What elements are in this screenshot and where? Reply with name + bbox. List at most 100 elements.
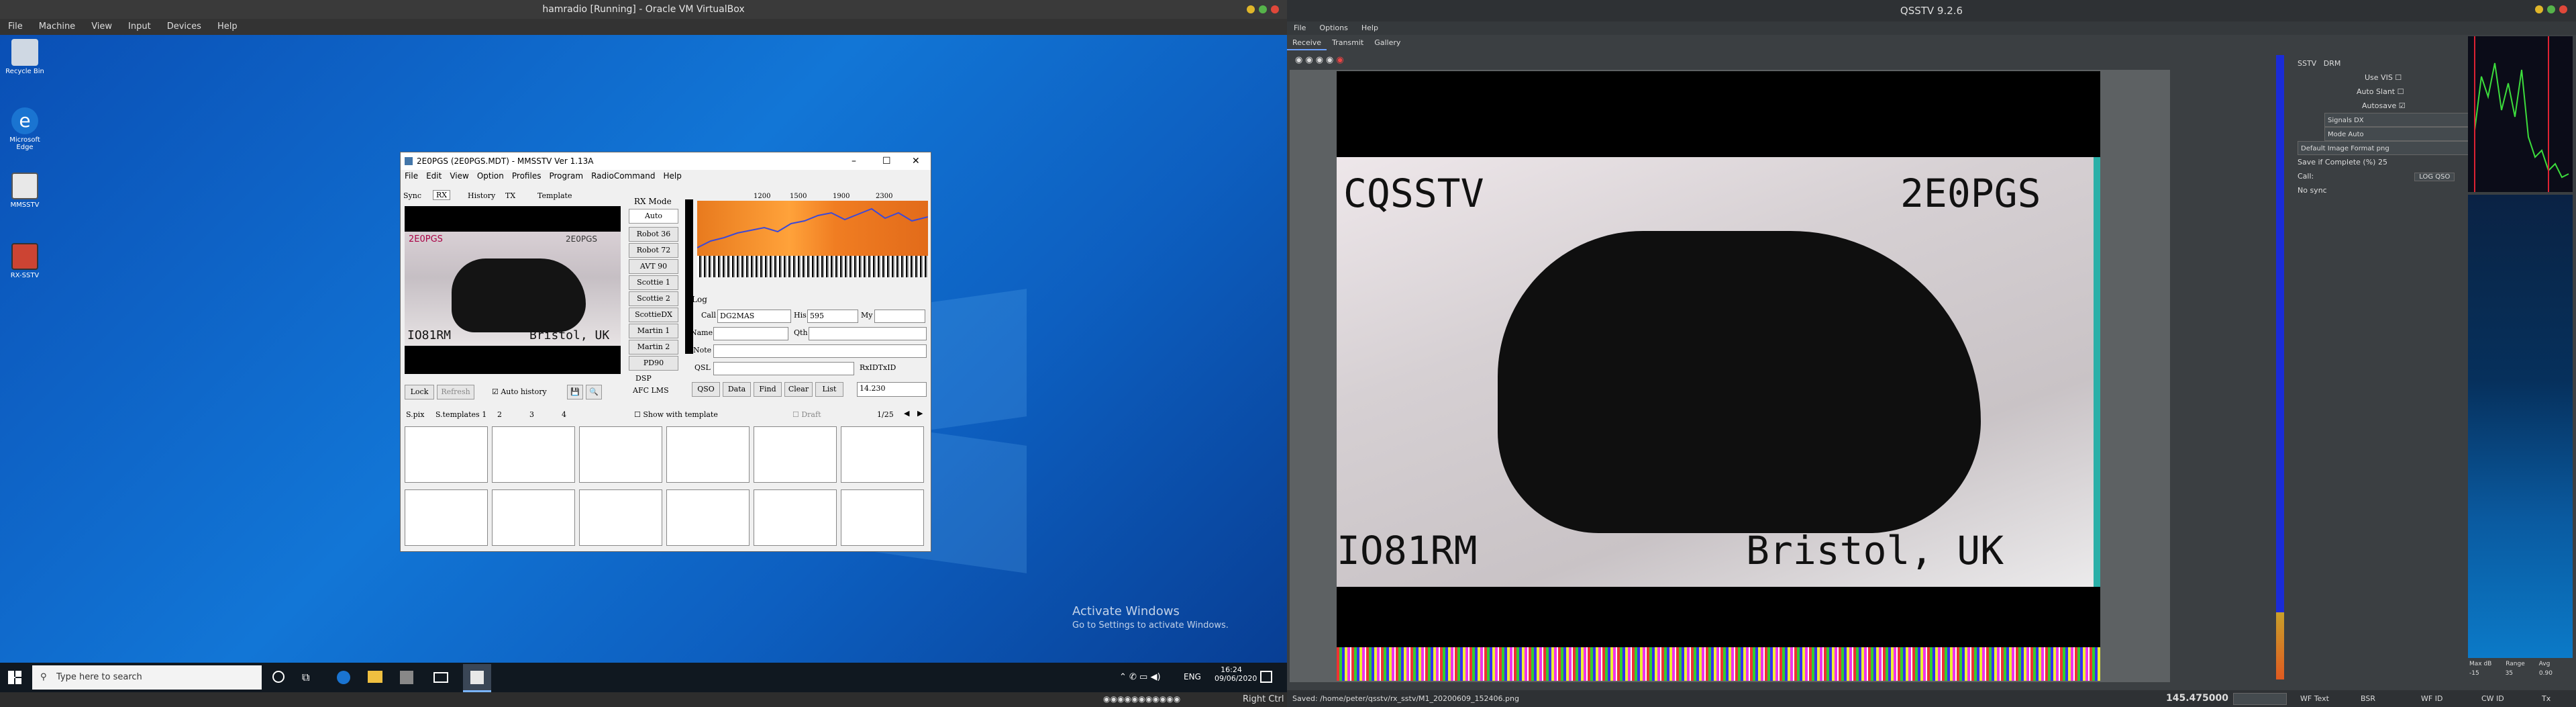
desktop-icon-mmsstv[interactable]: MMSSTV — [1, 173, 48, 209]
tab-transmit[interactable]: Transmit — [1327, 36, 1369, 49]
his-input[interactable]: 595 — [807, 310, 858, 323]
menu-program[interactable]: Program — [545, 170, 587, 182]
clock[interactable]: 16:24 09/06/2020 — [1215, 665, 1257, 683]
draft-checkbox[interactable]: ☐ Draft — [792, 410, 821, 419]
zoom-icon[interactable]: 🔍 — [586, 385, 602, 399]
range-spinbox[interactable]: 35 — [2506, 670, 2513, 677]
vbox-menu-input[interactable]: Input — [120, 19, 159, 34]
pix-slot[interactable] — [405, 426, 488, 483]
sync-icon[interactable]: ◉ — [1336, 55, 1346, 65]
qsstv-menu-options[interactable]: Options — [1312, 21, 1354, 34]
menu-help[interactable]: Help — [660, 170, 686, 182]
tab-drm[interactable]: DRM — [2324, 59, 2341, 68]
frequency-select[interactable]: 14.230 — [857, 382, 927, 397]
tray-icons[interactable]: ⌃ ✆ ▭ ◀) — [1119, 672, 1161, 682]
dsp-afc[interactable]: AFC LMS — [633, 386, 669, 395]
minimize-icon[interactable]: – — [852, 152, 856, 170]
edge-taskbar-icon[interactable] — [337, 671, 350, 684]
clear-button[interactable]: Clear — [784, 382, 813, 397]
close-icon[interactable] — [1271, 5, 1279, 13]
menu-view[interactable]: View — [446, 170, 472, 182]
rx-mode-martin2[interactable]: Martin 2 — [629, 340, 678, 355]
tab-template[interactable]: Template — [537, 191, 572, 200]
qsstv-toolbar[interactable]: ◉◉◉◉◉ — [1295, 55, 1347, 65]
notification-icon[interactable] — [1260, 671, 1272, 683]
log-qso-button[interactable]: LOG QSO — [2414, 173, 2455, 181]
minimize-icon[interactable] — [2535, 5, 2543, 13]
pix-slot[interactable] — [579, 489, 662, 546]
frequency-mode-select[interactable] — [2233, 693, 2287, 705]
waterfall-values[interactable]: -15 35 0.90 — [2469, 670, 2574, 677]
save-icon[interactable]: ◉ — [1316, 55, 1326, 65]
erase-icon[interactable]: ◉ — [1326, 55, 1336, 65]
tab-tx[interactable]: TX — [505, 191, 515, 200]
desktop-icon-rxsstv[interactable]: RX-SSTV — [1, 243, 48, 279]
qth-input[interactable] — [809, 327, 927, 340]
rsid-label[interactable]: RxIDTxID — [860, 363, 896, 372]
pix-slot[interactable] — [841, 489, 924, 546]
rx-mode-robot72[interactable]: Robot 72 — [629, 243, 678, 258]
qsstv-menu-help[interactable]: Help — [1355, 21, 1385, 34]
tab-stemplates3[interactable]: 3 — [529, 410, 534, 419]
vbox-menu-machine[interactable]: Machine — [31, 19, 83, 34]
vbox-menu-file[interactable]: File — [0, 19, 31, 34]
menu-profiles[interactable]: Profiles — [508, 170, 546, 182]
call-input[interactable]: DG2MAS — [717, 310, 791, 323]
qsstv-menu-file[interactable]: File — [1287, 21, 1312, 34]
auto-slant-checkbox[interactable]: Auto Slant ☐ — [2298, 85, 2485, 99]
tab-sstv[interactable]: SSTV — [2298, 59, 2316, 68]
close-icon[interactable]: ✕ — [912, 152, 920, 170]
name-input[interactable] — [713, 327, 788, 340]
qsl-input[interactable] — [713, 362, 854, 375]
autosave-checkbox[interactable]: Autosave ☑ — [2298, 99, 2485, 113]
save-if-complete-row[interactable]: Save if Complete (%) 25 — [2298, 155, 2485, 169]
cortana-icon[interactable] — [272, 671, 285, 683]
pix-slot[interactable] — [492, 489, 575, 546]
vbox-menu-devices[interactable]: Devices — [159, 19, 209, 34]
signals-select[interactable]: Signals DX — [2324, 113, 2485, 127]
pix-slot[interactable] — [405, 489, 488, 546]
rx-mode-martin1[interactable]: Martin 1 — [629, 324, 678, 338]
tab-stemplates4[interactable]: 4 — [562, 410, 566, 419]
use-vis-checkbox[interactable]: Use VIS ☐ — [2298, 70, 2485, 85]
rx-mode-scottie2[interactable]: Scottie 2 — [629, 291, 678, 306]
wf-id-button[interactable]: WF ID — [2421, 694, 2442, 703]
pix-slot[interactable] — [754, 426, 837, 483]
prev-page-icon[interactable]: ◀ — [904, 409, 909, 418]
pix-slot[interactable] — [666, 489, 750, 546]
pix-slot[interactable] — [754, 489, 837, 546]
rx-mode-scottiedx[interactable]: ScottieDX — [629, 308, 678, 322]
desktop-icon-edge[interactable]: e Microsoft Edge — [1, 107, 48, 151]
pix-slot[interactable] — [841, 426, 924, 483]
tab-sync[interactable]: Sync — [403, 191, 421, 200]
tab-stemplates2[interactable]: 2 — [497, 410, 502, 419]
maximize-icon[interactable] — [2547, 5, 2555, 13]
rx-mode-robot36[interactable]: Robot 36 — [629, 227, 678, 242]
desktop-icon-recycle-bin[interactable]: Recycle Bin — [1, 39, 48, 75]
vbox-menu-help[interactable]: Help — [209, 19, 246, 34]
menu-option[interactable]: Option — [473, 170, 508, 182]
menu-radiocommand[interactable]: RadioCommand — [587, 170, 659, 182]
tx-button[interactable]: Tx — [2542, 694, 2551, 703]
menu-file[interactable]: File — [401, 170, 422, 182]
spectrum-display[interactable] — [697, 201, 928, 256]
waterfall-display[interactable] — [697, 256, 928, 277]
taskbar-search[interactable]: ⚲ Type here to search — [32, 665, 262, 690]
tab-rx[interactable]: RX — [433, 190, 451, 200]
maximize-icon[interactable]: ☐ — [882, 152, 891, 170]
rx-mode-scottie1[interactable]: Scottie 1 — [629, 275, 678, 290]
file-explorer-icon[interactable] — [368, 671, 382, 683]
tab-gallery[interactable]: Gallery — [1369, 36, 1406, 49]
auto-history-checkbox[interactable]: ☑ Auto history — [492, 387, 547, 396]
vbox-menu-view[interactable]: View — [83, 19, 120, 34]
find-button[interactable]: Find — [754, 382, 782, 397]
data-button[interactable]: Data — [723, 382, 751, 397]
tab-stemplates1[interactable]: S.templates 1 — [435, 410, 486, 419]
minimize-icon[interactable] — [1247, 5, 1255, 13]
show-with-template-checkbox[interactable]: ☐ Show with template — [634, 410, 718, 419]
tab-history[interactable]: History — [468, 191, 495, 200]
tab-spix[interactable]: S.pix — [406, 410, 424, 419]
language-indicator[interactable]: ENG — [1184, 672, 1201, 681]
mmsstv-taskbar-button[interactable] — [463, 664, 491, 692]
qso-button[interactable]: QSO — [692, 382, 720, 397]
